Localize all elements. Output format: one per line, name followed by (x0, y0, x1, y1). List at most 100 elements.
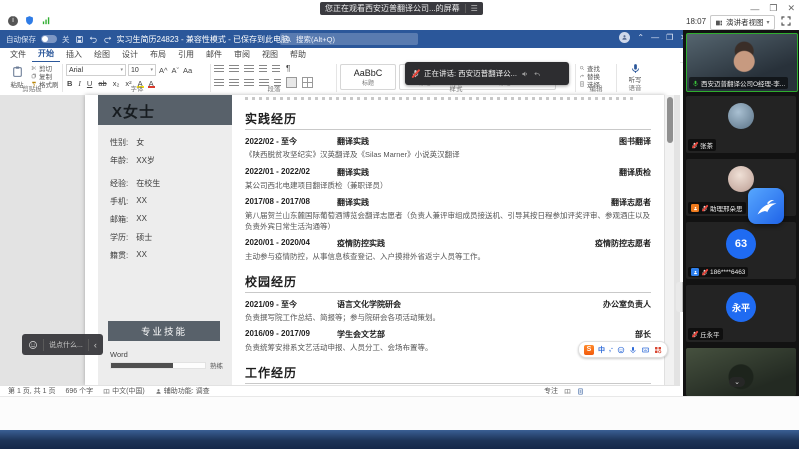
tab-references[interactable]: 引用 (172, 48, 200, 62)
tab-insert[interactable]: 插入 (60, 48, 88, 62)
font-name-combobox[interactable]: Arial▾ (66, 64, 126, 76)
voice-input-icon[interactable] (629, 346, 637, 354)
keyboard-icon[interactable] (641, 346, 650, 354)
fullscreen-button[interactable] (780, 15, 792, 27)
participant-tile[interactable]: 63 186****6463 (686, 222, 796, 279)
resume-entry-desc: 主动参与疫情防控，从事信息核查登记、入户摸排外省返宁人员等工作。 (245, 252, 651, 263)
resume-entry-desc: 某公司西北电建项目翻译质检（兼职译员） (245, 181, 651, 192)
dictate-button[interactable]: 听写 (620, 63, 650, 84)
section-heading: 工作经历 (245, 364, 651, 384)
ribbon-display-button[interactable]: ⌃ (637, 33, 644, 42)
ribbon-tabs: 文件 开始 插入 绘图 设计 布局 引用 邮件 审阅 视图 帮助 (0, 48, 684, 63)
participant-tile[interactable]: 张茶 (686, 96, 796, 153)
skill-name: Word (110, 350, 128, 359)
print-layout-icon[interactable] (577, 388, 584, 395)
emoji-icon[interactable] (28, 340, 38, 350)
shield-icon[interactable] (24, 15, 35, 26)
skill-bar (110, 362, 206, 369)
network-signal-icon[interactable] (41, 15, 52, 26)
editing-group: 查找 替换 选择 编辑 (579, 64, 613, 94)
tab-view[interactable]: 视图 (256, 48, 284, 62)
resume-entry-row: 2022/01 - 2022/02 翻译实践 翻译质检 (245, 167, 651, 178)
sidebar-collapse-handle[interactable] (676, 282, 683, 312)
section-heading: 校园经历 (245, 273, 651, 293)
clipped-text-line (245, 97, 635, 100)
minimize-button[interactable]: — (750, 4, 759, 14)
resume-page[interactable]: X女士 性别:女 年龄:XX岁 经验:在校生 手机:XX 邮箱:XX 学历:硕士… (85, 95, 665, 385)
ribbon: 粘贴 剪切 复制 格式刷 剪贴板 Arial▾ 10▾ A^ Aˇ Aa B I… (0, 62, 680, 96)
bird-app-icon[interactable] (748, 188, 784, 224)
change-case-button[interactable]: Aa (182, 66, 193, 75)
resume-name: X女士 (98, 95, 232, 125)
increase-indent-icon[interactable] (272, 65, 280, 73)
search-icon (285, 36, 292, 43)
maximize-button[interactable]: ❐ (769, 3, 777, 14)
page-indicator[interactable]: 第 1 页, 共 1 页 (8, 386, 55, 396)
info-icon[interactable]: i (8, 16, 18, 26)
close-button[interactable]: ✕ (787, 3, 795, 14)
language-indicator[interactable]: 中文(中国) (103, 386, 145, 396)
participant-tile[interactable] (686, 348, 796, 396)
mic-muted-icon (691, 142, 698, 149)
tab-home[interactable]: 开始 (32, 47, 60, 63)
resume-entry-row: 2022/02 - 至今 翻译实践 图书翻译 (245, 136, 651, 147)
volume-icon[interactable] (521, 70, 529, 78)
focus-mode-button[interactable]: 专注 (544, 386, 558, 396)
account-avatar[interactable] (619, 32, 630, 43)
autosave-state: 关 (62, 34, 70, 45)
paste-icon (11, 64, 24, 79)
screen-share-banner[interactable]: 您正在观看西安迈普翻译公司...的屏幕 ☰ (320, 2, 483, 15)
participant-name: 丘永平 (700, 329, 720, 339)
document-scrollbar[interactable] (664, 95, 674, 385)
decrease-indent-icon[interactable] (259, 65, 267, 73)
sogou-logo-icon[interactable]: S (584, 345, 594, 355)
collapse-chat-icon[interactable]: ‹ (94, 340, 97, 350)
tab-draw[interactable]: 绘图 (88, 48, 116, 62)
read-mode-icon[interactable] (564, 388, 571, 395)
search-input[interactable]: 搜索(Alt+Q) (280, 33, 418, 45)
toolbox-icon[interactable] (654, 346, 662, 354)
punctuation-icon[interactable]: ,· (609, 346, 613, 353)
tab-mailings[interactable]: 邮件 (200, 48, 228, 62)
chinese-mode-icon[interactable]: 中 (598, 345, 605, 355)
view-mode-button[interactable]: 演讲者视图 ▾ (710, 15, 775, 30)
emoji-icon[interactable] (617, 346, 625, 354)
scrollbar-thumb[interactable] (667, 97, 673, 143)
participant-tile[interactable]: 永平 丘永平 (686, 285, 796, 342)
pilcrow-icon[interactable]: ¶ (285, 64, 291, 73)
redo-icon[interactable] (103, 35, 112, 44)
numbered-list-icon[interactable] (229, 65, 239, 73)
undo-icon[interactable] (89, 35, 98, 44)
chat-quick-bubble[interactable]: 说点什么... ‹ (22, 334, 103, 355)
autosave-toggle[interactable] (41, 35, 57, 43)
word-restore-button[interactable]: ❐ (666, 33, 673, 42)
participant-name: 张茶 (700, 140, 713, 150)
shrink-font-button[interactable]: Aˇ (171, 66, 181, 75)
tab-design[interactable]: 设计 (116, 48, 144, 62)
tab-help[interactable]: 帮助 (284, 48, 312, 62)
chat-input-placeholder[interactable]: 说点什么... (49, 340, 83, 350)
bullet-list-icon[interactable] (214, 65, 224, 73)
grow-font-button[interactable]: A^ (158, 66, 169, 75)
banner-menu-icon[interactable]: ☰ (465, 4, 478, 13)
multilevel-list-icon[interactable] (244, 65, 254, 73)
participant-tile-speaker[interactable]: 西安迈普翻译公司O经理-李... (686, 33, 798, 92)
save-icon[interactable] (75, 35, 84, 44)
desktop-screen: 您正在观看西安迈普翻译公司...的屏幕 ☰ — ❐ ✕ i 18:07 演讲者视… (0, 0, 799, 449)
avatar-initials: 63 (726, 229, 756, 259)
ime-toolbar[interactable]: S 中 ,· (578, 341, 668, 358)
collapse-tiles-chevron[interactable]: ⌄ (729, 377, 745, 387)
view-mode-label: 演讲者视图 (726, 17, 764, 28)
tab-layout[interactable]: 布局 (144, 48, 172, 62)
tab-review[interactable]: 审阅 (228, 48, 256, 62)
font-size-combobox[interactable]: 10▾ (128, 64, 156, 76)
reply-arrow-icon[interactable] (533, 70, 541, 78)
resume-entry-row: 2017/08 - 2017/08 翻译实践 翻译志愿者 (245, 197, 651, 208)
accessibility-indicator[interactable]: 辅助功能: 调查 (155, 386, 210, 396)
speaking-toast[interactable]: 正在讲话: 西安迈普翻译公... (405, 62, 569, 85)
word-minimize-button[interactable]: — (651, 33, 659, 42)
tab-file[interactable]: 文件 (4, 48, 32, 62)
co-host-badge (691, 204, 699, 212)
word-count[interactable]: 696 个字 (65, 386, 93, 396)
speaking-toast-text: 正在讲话: 西安迈普翻译公... (424, 68, 517, 79)
